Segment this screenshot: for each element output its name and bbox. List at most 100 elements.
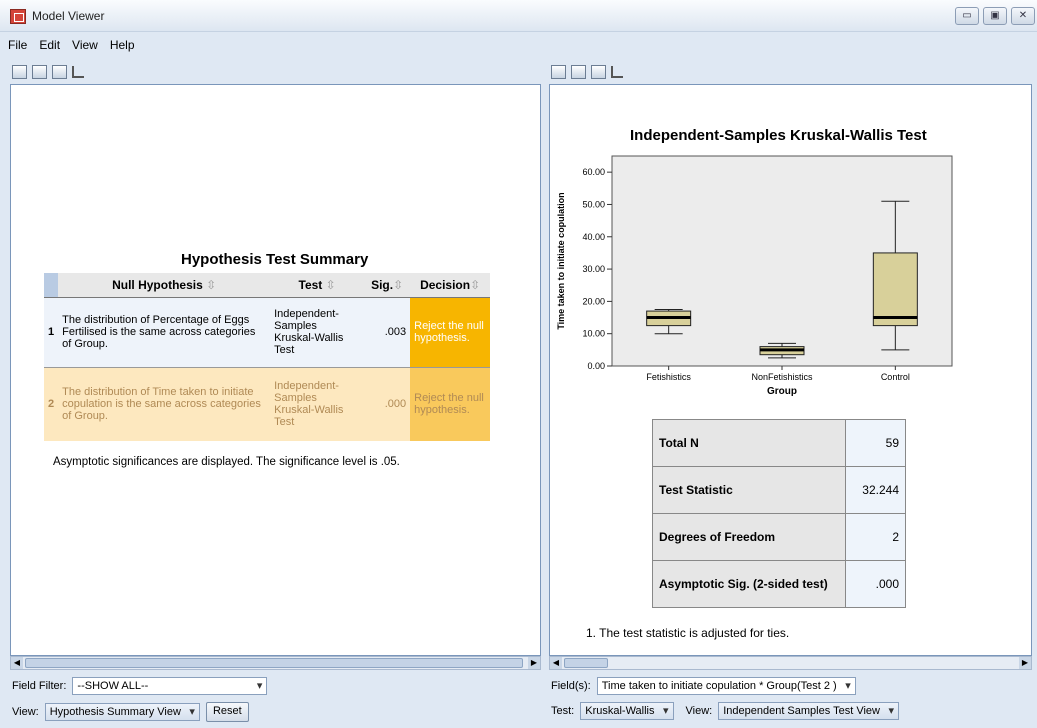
sig-cell: .000 — [364, 367, 411, 441]
y-axis-label: Time taken to initiate copulation — [556, 192, 566, 329]
test-view-pane: Independent-Samples Kruskal-Wallis Test … — [549, 84, 1032, 656]
scroll-thumb[interactable] — [25, 658, 523, 668]
view-label: View: — [12, 706, 39, 718]
sort-icon[interactable]: ⇳ — [393, 278, 403, 292]
left-view-bar: View: Hypothesis Summary View Reset — [12, 702, 249, 722]
stat-value: .000 — [845, 560, 906, 608]
column-header-sig[interactable]: Sig.⇳ — [364, 273, 411, 298]
scroll-right-icon[interactable]: ▶ — [528, 657, 540, 669]
scroll-left-icon[interactable]: ◀ — [11, 657, 23, 669]
field-filter-label: Field Filter: — [12, 680, 67, 692]
field-filter-dropdown[interactable]: --SHOW ALL-- — [72, 677, 268, 695]
x-tick-label: NonFetishistics — [751, 372, 813, 382]
null-hypothesis-cell: The distribution of Percentage of Eggs F… — [58, 297, 271, 368]
row-number-header — [44, 273, 59, 298]
app-icon — [10, 9, 26, 24]
row-number: 2 — [44, 367, 59, 441]
fields-dropdown[interactable]: Time taken to initiate copulation * Grou… — [596, 677, 856, 695]
left-toolbar — [12, 62, 84, 82]
y-tick-label: 40.00 — [582, 232, 605, 242]
menu-edit[interactable]: Edit — [39, 38, 60, 56]
test-dropdown[interactable]: Kruskal-Wallis — [580, 702, 674, 720]
stat-label: Degrees of Freedom — [652, 513, 846, 561]
scroll-left-icon[interactable]: ◀ — [550, 657, 562, 669]
scroll-thumb[interactable] — [564, 658, 608, 668]
sort-icon[interactable]: ⇳ — [326, 278, 336, 292]
view-label: View: — [685, 705, 713, 717]
right-horizontal-scrollbar[interactable]: ◀ ▶ — [549, 656, 1032, 670]
model-viewer-window: Model Viewer ▭ ▣ ✕ File Edit View Help H… — [0, 0, 1037, 728]
table-row: Total N 59 — [652, 419, 906, 467]
fields-label: Field(s): — [551, 680, 591, 692]
test-statistics-table: Total N 59 Test Statistic 32.244 Degrees… — [652, 419, 906, 608]
copy-icon[interactable] — [12, 65, 27, 79]
window-title: Model Viewer — [32, 9, 105, 23]
table-row: Test Statistic 32.244 — [652, 466, 906, 514]
stat-label: Total N — [652, 419, 846, 467]
scroll-right-icon[interactable]: ▶ — [1019, 657, 1031, 669]
y-tick-label: 30.00 — [582, 264, 605, 274]
view-dropdown[interactable]: Independent Samples Test View — [718, 702, 899, 720]
stat-label: Test Statistic — [652, 466, 846, 514]
table-row[interactable]: 1 The distribution of Percentage of Eggs… — [44, 297, 491, 368]
sig-cell: .003 — [364, 297, 411, 368]
column-header-decision[interactable]: Decision⇳ — [410, 273, 491, 298]
print-icon[interactable] — [591, 65, 606, 79]
hypothesis-summary-pane: Hypothesis Test Summary Null Hypothesis … — [10, 84, 541, 656]
test-cell: Independent-Samples Kruskal-Wallis Test — [270, 367, 365, 441]
test-label: Test: — [551, 705, 575, 717]
stat-value: 59 — [845, 419, 906, 467]
window-controls: ▭ ▣ ✕ — [955, 7, 1035, 25]
right-toolbar — [551, 62, 623, 82]
close-button[interactable]: ✕ — [1011, 7, 1035, 25]
x-tick-label: Control — [881, 372, 910, 382]
stat-value: 32.244 — [845, 466, 906, 514]
x-axis-label: Group — [767, 386, 797, 397]
y-tick-label: 50.00 — [582, 199, 605, 209]
boxplot-chart: 0.00 10.00 20.00 30.00 40.00 50.00 60.00 Time t… — [556, 155, 953, 397]
x-tick-label: Fetishistics — [646, 372, 691, 382]
table-row: Degrees of Freedom 2 — [652, 513, 906, 561]
menu-view[interactable]: View — [72, 38, 98, 56]
copy-special-icon[interactable] — [32, 65, 47, 79]
table-row: Asymptotic Sig. (2-sided test) .000 — [652, 560, 906, 608]
hypothesis-test-summary-table: Null Hypothesis ⇳ Test ⇳ Sig.⇳ Decision⇳… — [44, 273, 491, 441]
minimize-button[interactable]: ▭ — [955, 7, 979, 25]
sort-icon[interactable]: ⇳ — [206, 278, 216, 292]
y-tick-label: 0.00 — [587, 361, 605, 371]
maximize-button[interactable]: ▣ — [983, 7, 1007, 25]
left-horizontal-scrollbar[interactable]: ◀ ▶ — [10, 656, 541, 670]
menu-bar: File Edit View Help — [0, 38, 135, 56]
title-bar: Model Viewer ▭ ▣ ✕ — [0, 0, 1037, 32]
sort-icon[interactable]: ⇳ — [470, 278, 480, 292]
right-view-bar: Test: Kruskal-Wallis View: Independent S… — [551, 702, 899, 720]
pivot-icon[interactable] — [611, 66, 623, 78]
copy-special-icon[interactable] — [571, 65, 586, 79]
table-title: Hypothesis Test Summary — [181, 251, 369, 268]
table-row[interactable]: 2 The distribution of Time taken to init… — [44, 367, 491, 441]
menu-help[interactable]: Help — [110, 38, 135, 56]
field-filter-bar: Field Filter: --SHOW ALL-- — [12, 677, 268, 695]
row-number: 1 — [44, 297, 59, 368]
column-header-null-hypothesis[interactable]: Null Hypothesis ⇳ — [58, 273, 271, 298]
decision-cell: Reject the null hypothesis. — [410, 367, 491, 441]
stat-label: Asymptotic Sig. (2-sided test) — [652, 560, 846, 608]
print-icon[interactable] — [52, 65, 67, 79]
pivot-icon[interactable] — [72, 66, 84, 78]
stat-value: 2 — [845, 513, 906, 561]
box-control — [872, 252, 918, 327]
column-header-test[interactable]: Test ⇳ — [270, 273, 365, 298]
chart-title: Independent-Samples Kruskal-Wallis Test — [630, 127, 927, 144]
test-cell: Independent-Samples Kruskal-Wallis Test — [270, 297, 365, 368]
menu-file[interactable]: File — [8, 38, 27, 56]
view-dropdown[interactable]: Hypothesis Summary View — [44, 703, 200, 721]
reset-button[interactable]: Reset — [205, 702, 249, 722]
y-tick-label: 10.00 — [582, 329, 605, 339]
null-hypothesis-cell: The distribution of Time taken to initia… — [58, 367, 271, 441]
y-tick-label: 60.00 — [582, 167, 605, 177]
y-tick-label: 20.00 — [582, 296, 605, 306]
footnote: 1. The test statistic is adjusted for ti… — [586, 626, 790, 640]
copy-icon[interactable] — [551, 65, 566, 79]
decision-cell: Reject the null hypothesis. — [410, 297, 491, 368]
significance-note: Asymptotic significances are displayed. … — [53, 456, 400, 468]
